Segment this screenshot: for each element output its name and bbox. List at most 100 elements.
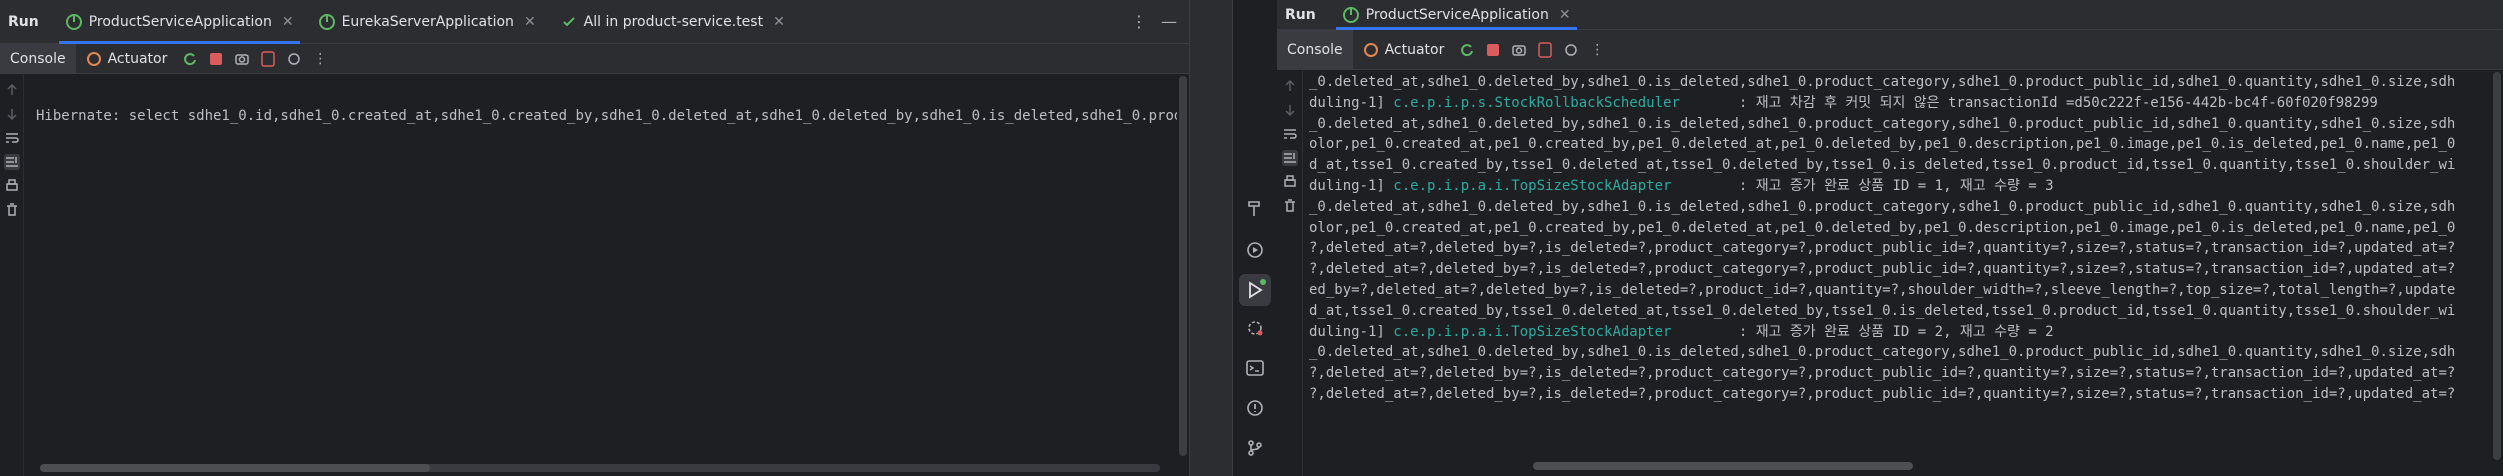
console-line: ?,deleted_at=?,deleted_by=?,is_deleted=?…: [1309, 240, 2456, 257]
console-line: duling-1] c.e.p.i.p.a.i.TopSizeStockAdap…: [1303, 176, 2481, 197]
right-console-output[interactable]: _0.deleted_at,sdhe1_0.deleted_by,sdhe1_0…: [1303, 70, 2481, 460]
more-icon[interactable]: ⋮: [1131, 12, 1147, 31]
thread-name: duling-1]: [1309, 94, 1394, 111]
more-icon[interactable]: ⋮: [1586, 39, 1608, 61]
thread-name: duling-1]: [1309, 177, 1394, 194]
down-arrow-icon[interactable]: [1282, 102, 1298, 118]
horizontal-scrollbar-thumb[interactable]: [40, 464, 430, 472]
stop-icon[interactable]: [205, 48, 227, 70]
run-tool-window-title: Run: [1285, 6, 1316, 23]
tab-label: ProductServiceApplication: [88, 13, 272, 30]
tab-label: ProductServiceApplication: [1365, 6, 1549, 23]
console-line: duling-1] c.e.p.i.p.a.i.TopSizeStockAdap…: [1303, 322, 2481, 343]
console-line: _0.deleted_at,sdhe1_0.deleted_by,sdhe1_0…: [1309, 115, 2456, 132]
console-line: _0.deleted_at,sdhe1_0.deleted_by,sdhe1_0…: [1309, 344, 2456, 361]
debug-run-icon[interactable]: [1245, 240, 1265, 260]
print-icon[interactable]: [1282, 174, 1298, 190]
restart-icon[interactable]: [179, 48, 201, 70]
console-label: Console: [10, 50, 66, 67]
left-console-toolbar: Console Actuator ⋮: [0, 43, 1189, 74]
tab-console[interactable]: Console: [0, 43, 76, 74]
camera-icon[interactable]: [231, 48, 253, 70]
debug-icon[interactable]: [283, 48, 305, 70]
dump-threads-icon[interactable]: [257, 48, 279, 70]
problems-icon[interactable]: [1245, 398, 1265, 418]
left-run-panel: Run ProductServiceApplication ✕ EurekaSe…: [0, 0, 1189, 476]
run-icon[interactable]: [1239, 274, 1271, 306]
console-line: d_at,tsse1_0.created_by,tsse1_0.deleted_…: [1309, 157, 2456, 174]
close-icon[interactable]: ✕: [773, 14, 785, 30]
actuator-label: Actuator: [107, 50, 168, 67]
console-line: olor,pe1_0.created_at,pe1_0.created_by,p…: [1309, 219, 2456, 236]
logger-name: c.e.p.i.p.a.i.TopSizeStockAdapter: [1393, 323, 1672, 340]
left-console-output[interactable]: Hibernate: select sdhe1_0.id,sdhe1_0.cre…: [24, 74, 1177, 462]
left-tab-bar: Run ProductServiceApplication ✕ EurekaSe…: [0, 0, 1189, 44]
pane-divider[interactable]: [1189, 0, 1233, 476]
camera-icon[interactable]: [1508, 39, 1530, 61]
left-console-side-toolbar: [0, 74, 24, 476]
up-arrow-icon[interactable]: [1282, 78, 1298, 94]
actuator-icon: [86, 51, 101, 66]
terminal-icon[interactable]: [1245, 358, 1265, 378]
run-tool-window-title: Run: [8, 13, 39, 30]
console-line: d_at,tsse1_0.created_by,tsse1_0.deleted_…: [1309, 302, 2456, 319]
console-line: Hibernate: select sdhe1_0.id,sdhe1_0.cre…: [36, 108, 1177, 124]
test-icon: [562, 16, 575, 26]
right-tab-bar: Run ProductServiceApplication ✕: [1277, 0, 2503, 30]
soft-wrap-icon[interactable]: [4, 130, 20, 146]
trash-icon[interactable]: [1282, 198, 1298, 214]
spring-boot-icon: [1342, 6, 1359, 23]
hammer-icon[interactable]: [1245, 198, 1265, 218]
print-icon[interactable]: [4, 178, 20, 194]
actuator-label: Actuator: [1384, 41, 1445, 58]
actuator-icon: [1363, 42, 1378, 57]
console-line: ?,deleted_at=?,deleted_by=?,is_deleted=?…: [1309, 261, 2456, 278]
scroll-to-end-icon[interactable]: [3, 154, 20, 170]
vertical-scrollbar[interactable]: [1179, 76, 1187, 456]
console-line: _0.deleted_at,sdhe1_0.deleted_by,sdhe1_0…: [1309, 74, 2456, 90]
tab-product-service-application[interactable]: ProductServiceApplication ✕: [1330, 0, 1583, 30]
dump-threads-icon[interactable]: [1534, 39, 1556, 61]
spring-boot-icon: [65, 13, 82, 30]
right-console-side-toolbar: [1277, 70, 1303, 476]
spring-boot-icon: [318, 13, 335, 30]
up-arrow-icon[interactable]: [4, 82, 20, 98]
console-line: duling-1] c.e.p.i.p.s.StockRollbackSched…: [1303, 93, 2481, 114]
restart-icon[interactable]: [1456, 39, 1478, 61]
minimize-icon[interactable]: —: [1161, 12, 1177, 31]
tab-label: All in product-service.test: [583, 13, 764, 30]
console-label: Console: [1287, 41, 1343, 58]
scroll-to-end-icon[interactable]: [1281, 150, 1298, 166]
horizontal-scrollbar-thumb[interactable]: [1533, 462, 1913, 470]
console-line: olor,pe1_0.created_at,pe1_0.created_by,p…: [1309, 136, 2456, 153]
right-run-panel: Run ProductServiceApplication ✕ Console …: [1233, 0, 2503, 476]
console-line: ?,deleted_at=?,deleted_by=?,is_deleted=?…: [1309, 385, 2456, 402]
logger-name: c.e.p.i.p.s.StockRollbackScheduler: [1393, 94, 1680, 111]
logger-name: c.e.p.i.p.a.i.TopSizeStockAdapter: [1393, 177, 1672, 194]
down-arrow-icon[interactable]: [4, 106, 20, 122]
git-icon[interactable]: [1245, 438, 1265, 458]
trash-icon[interactable]: [4, 202, 20, 218]
tab-actuator[interactable]: Actuator: [76, 44, 178, 74]
tab-actuator[interactable]: Actuator: [1353, 35, 1455, 65]
console-line: _0.deleted_at,sdhe1_0.deleted_by,sdhe1_0…: [1309, 198, 2456, 215]
right-console-toolbar: Console Actuator ⋮: [1277, 29, 2503, 70]
log-message: : 재고 증가 완료 상품 ID = 2, 재고 수량 = 2: [1671, 323, 2054, 340]
stop-icon[interactable]: [1482, 39, 1504, 61]
more-icon[interactable]: ⋮: [309, 48, 331, 70]
services-icon[interactable]: [1245, 318, 1265, 338]
close-icon[interactable]: ✕: [282, 14, 294, 30]
tab-all-in-product-service-test[interactable]: All in product-service.test ✕: [548, 0, 797, 44]
soft-wrap-icon[interactable]: [1282, 126, 1298, 142]
vertical-scrollbar[interactable]: [2493, 72, 2501, 460]
console-line: ?,deleted_at=?,deleted_by=?,is_deleted=?…: [1309, 365, 2456, 382]
tab-console[interactable]: Console: [1277, 29, 1353, 70]
close-icon[interactable]: ✕: [524, 14, 536, 30]
tab-product-service-application[interactable]: ProductServiceApplication ✕: [53, 0, 306, 44]
close-icon[interactable]: ✕: [1559, 7, 1571, 23]
tab-eureka-server-application[interactable]: EurekaServerApplication ✕: [306, 0, 548, 44]
log-message: : 재고 차감 후 커밋 되지 않은 transactionId =d50c22…: [1679, 94, 2378, 111]
debug-icon[interactable]: [1560, 39, 1582, 61]
console-line: ed_by=?,deleted_at=?,deleted_by=?,is_del…: [1309, 281, 2456, 298]
ide-tool-strip: [1233, 0, 1277, 476]
